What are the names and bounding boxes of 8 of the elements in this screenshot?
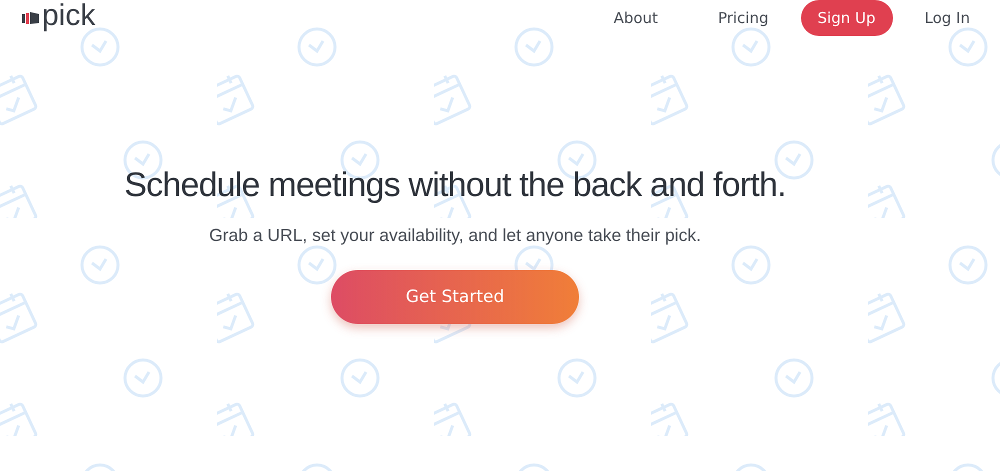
hero-title: Schedule meetings without the back and forth. [124, 166, 786, 205]
hero-subtitle: Grab a URL, set your availability, and let anyone take their pick. [209, 225, 701, 246]
book-logo-icon [22, 11, 40, 25]
nav-link[interactable]: About [594, 9, 678, 27]
nav-link[interactable]: Log In [904, 9, 990, 27]
nav-link[interactable]: Pricing [698, 9, 788, 27]
logo-wordmark[interactable]: pick [42, 1, 96, 31]
sign-up-button[interactable]: Sign Up [800, 0, 892, 36]
